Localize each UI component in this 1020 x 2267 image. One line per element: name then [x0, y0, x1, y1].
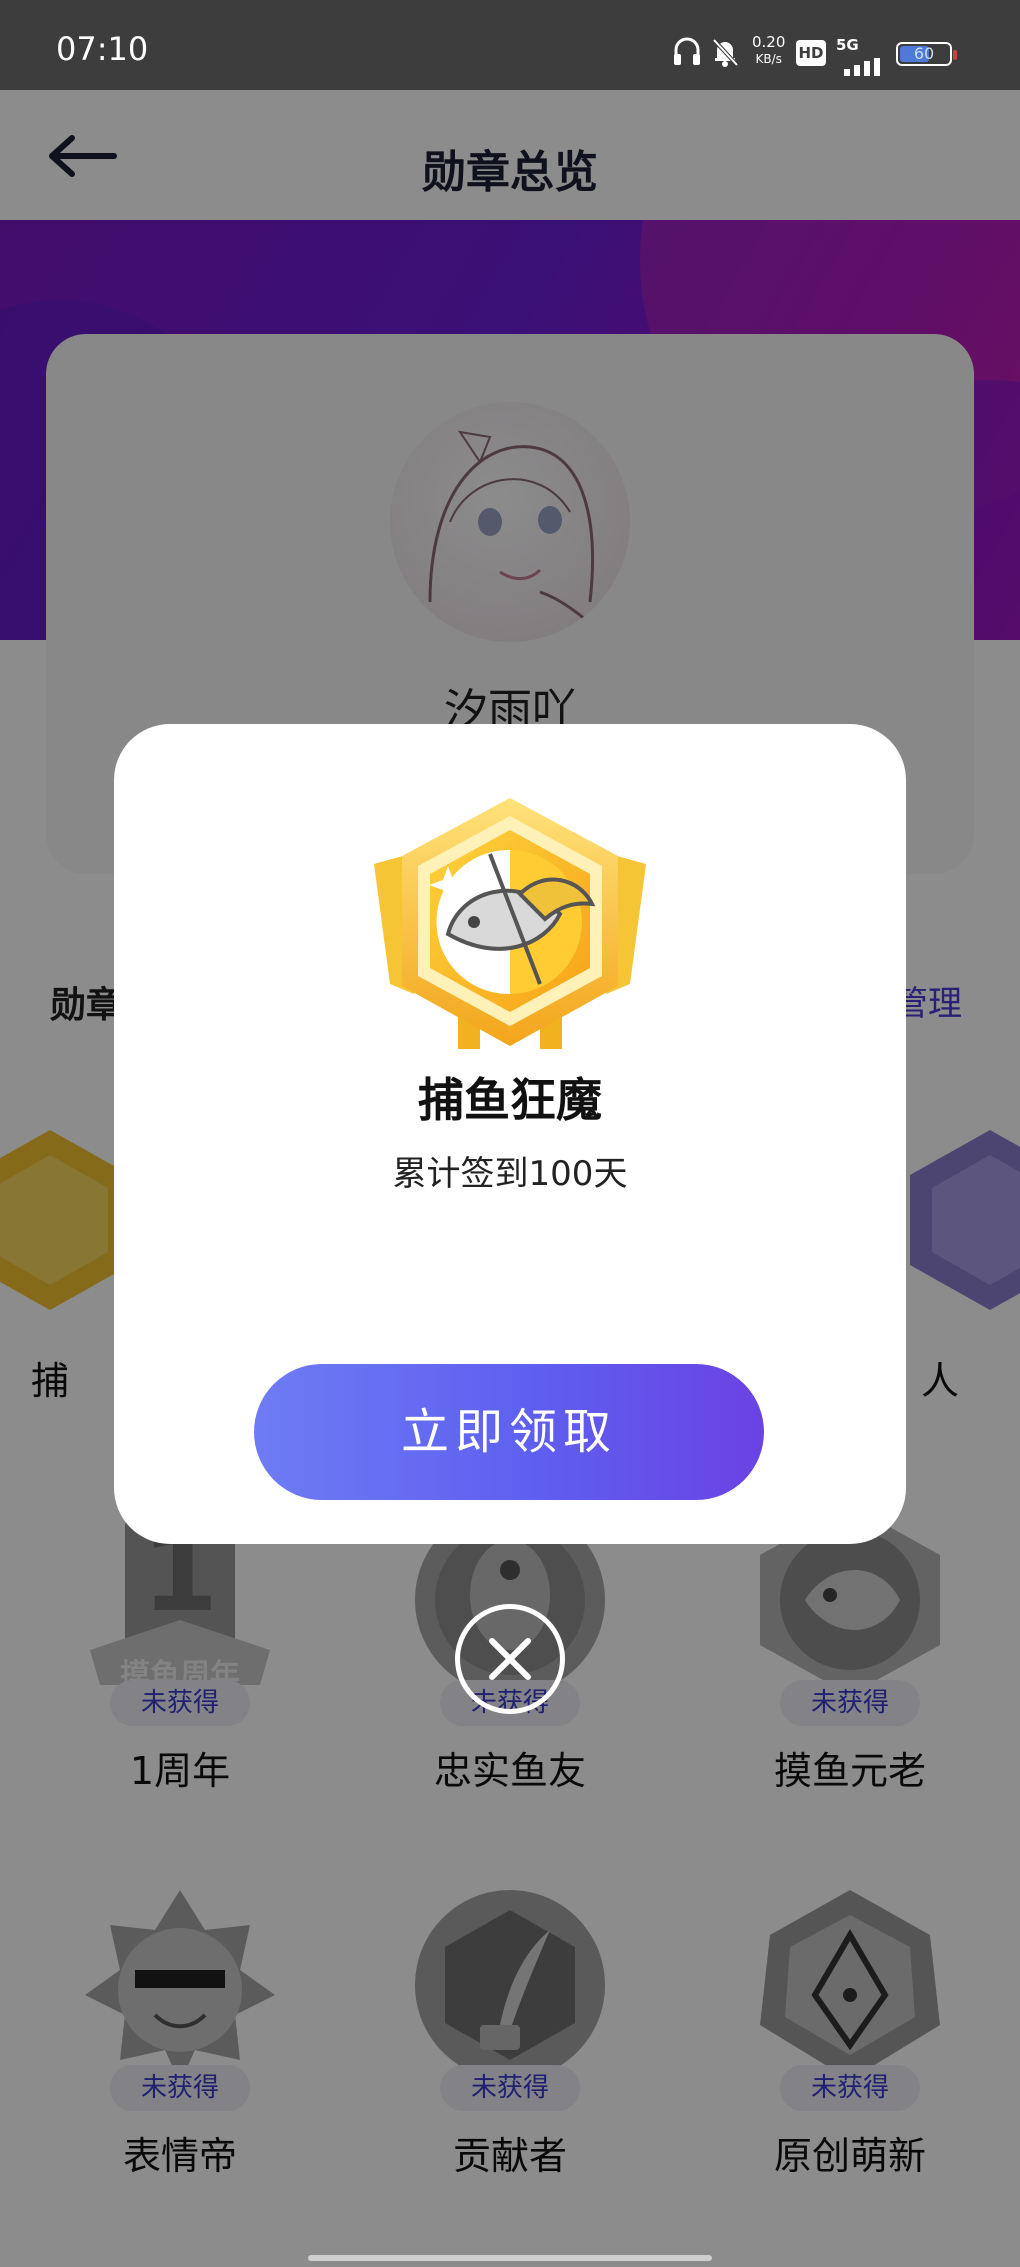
network-type: 5G [836, 36, 880, 76]
hd-badge: HD [796, 40, 826, 66]
net-speed: 0.20 KB/s [752, 34, 785, 68]
status-time: 07:10 [56, 30, 149, 68]
network-label: 5G [836, 36, 859, 54]
net-speed-value: 0.20 [752, 33, 786, 51]
battery-percent: 60 [913, 44, 935, 63]
close-icon [489, 1638, 531, 1680]
status-bar: 07:10 0.20 KB/s HD 5G 60 [0, 0, 1020, 90]
battery-icon: 60 [896, 42, 952, 66]
claim-button[interactable]: 立即领取 [254, 1364, 764, 1500]
dialog-badge-name: 捕鱼狂魔 [418, 1073, 602, 1127]
headphones-icon [674, 37, 700, 65]
signal-icon [844, 58, 880, 76]
home-indicator[interactable] [308, 2255, 712, 2261]
battery-tip [953, 50, 957, 60]
fish-master-medal-icon [374, 798, 646, 1049]
dialog-badge-description: 累计签到100天 [392, 1154, 628, 1194]
mute-bell-icon [712, 38, 739, 67]
net-speed-unit: KB/s [755, 52, 782, 66]
badge-claim-dialog: 捕鱼狂魔 累计签到100天 立即领取 [114, 724, 906, 1544]
close-dialog-button[interactable] [455, 1604, 565, 1714]
